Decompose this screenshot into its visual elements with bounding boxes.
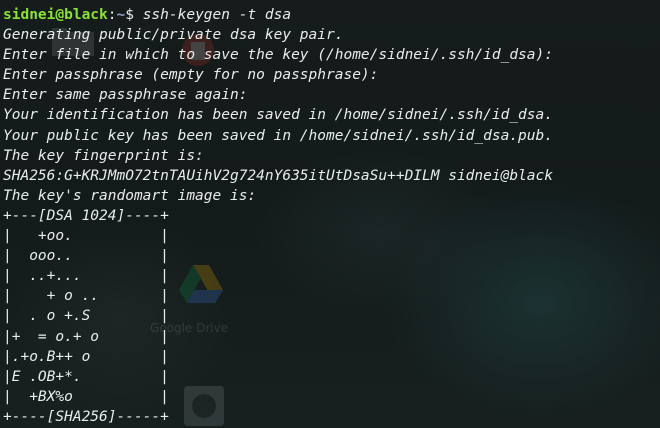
prompt-colon: : (107, 7, 117, 23)
prompt-user-host: sidnei@black (3, 7, 108, 23)
output-line: Enter passphrase (empty for no passphras… (3, 67, 379, 84)
output-line: Generating public/private dsa key pair. (3, 27, 344, 44)
terminal-output: sidnei@black:~$ ssh-keygen -t dsa Generat… (3, 5, 553, 427)
output-line: +----[SHA256]-----+ (3, 408, 169, 425)
output-line: Your identification has been saved in /h… (3, 107, 553, 124)
output-line: |.+o.B++ o | (3, 348, 169, 365)
prompt-line: sidnei@black:~$ ssh-keygen -t dsa (3, 5, 553, 25)
output-line: Enter same passphrase again: (3, 87, 248, 104)
output-line: | +oo. | (3, 228, 169, 245)
output-line: | ..+... | (3, 268, 169, 285)
output-line: | + o .. | (3, 288, 169, 305)
prompt-symbol: $ (125, 7, 134, 23)
output-line: The key's randomart image is: (3, 187, 257, 204)
output-line: | . o +.S | (3, 308, 169, 325)
output-line: The key fingerprint is: (3, 147, 204, 164)
output-line: | +BX%o | (3, 388, 169, 405)
output-line: |+ = o.+ o | (3, 328, 169, 345)
output-line: |E .OB+*. | (3, 368, 169, 385)
output-line: Your public key has been saved in /home/… (3, 127, 553, 144)
output-line: SHA256:G+KRJMmO72tnTAUihV2g724nY635itUtD… (3, 167, 553, 184)
terminal-window[interactable]: sidnei@black:~$ ssh-keygen -t dsa Generat… (0, 0, 660, 428)
output-line: | ooo.. | (3, 248, 169, 265)
prompt-command: ssh-keygen -t dsa (133, 7, 292, 23)
prompt-path: ~ (116, 7, 126, 23)
output-line: Enter file in which to save the key (/ho… (3, 47, 553, 64)
output-line: +---[DSA 1024]----+ (3, 207, 169, 224)
